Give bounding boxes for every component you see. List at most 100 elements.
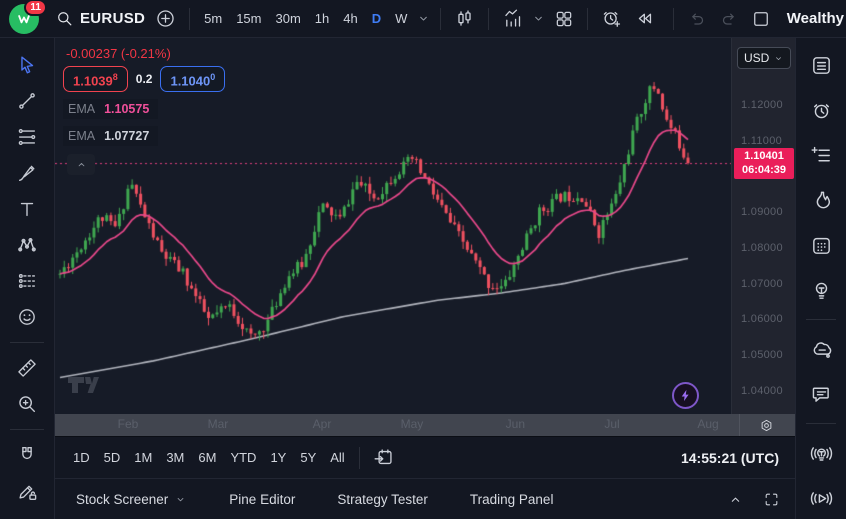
range-6M-button[interactable]: 6M [191,447,223,468]
right-sidebar [795,38,846,519]
price-tick: 1.04000 [741,385,783,397]
magnet-tool-button[interactable] [8,437,46,473]
tradingview-logo-icon [67,375,101,395]
indicators-button[interactable] [496,0,529,38]
sidebar-chat-button[interactable] [802,375,840,413]
lightning-icon [678,388,693,403]
alarm-plus-icon [601,8,622,29]
xabcd-tool-button[interactable] [8,227,46,263]
timeframe-15m-button[interactable]: 15m [229,0,268,38]
fib-tool-button[interactable] [8,119,46,155]
fullscreen-button[interactable] [761,489,782,510]
layout-select-button[interactable] [745,0,777,38]
ruler-tool-button[interactable] [8,350,46,386]
timeframe-5m-button[interactable]: 5m [197,0,229,38]
month-label-jul: Jul [604,417,619,431]
legend-collapse-button[interactable] [67,154,95,175]
app-logo[interactable]: 11 [9,4,39,34]
bid-price: 1.1039 [73,73,113,88]
ema-slow-value: 1.07727 [104,129,149,143]
top-toolbar: 11 EURUSD 5m15m30m1h4hDW Wealthy [0,0,846,38]
sidebar-flame-button[interactable] [802,181,840,219]
sidebar-live-bulb-button[interactable] [802,434,840,472]
price-tick: 1.07000 [741,278,783,290]
quick-trade-button[interactable] [672,382,699,409]
panel-tab-trading-panel[interactable]: Trading Panel [464,491,560,508]
smiley-tool-button[interactable] [8,299,46,335]
range-toolbar: 1D5D1M3M6MYTD1Y5YAll 14:55:21 (UTC) [55,436,795,478]
chart-area: -0.00237 (-0.21%) 1.10398 0.2 1.10400 EM… [55,38,795,478]
bulb-icon [810,279,833,302]
timeframe-1h-button[interactable]: 1h [308,0,336,38]
range-5D-button[interactable]: 5D [97,447,128,468]
timeframe-4h-button[interactable]: 4h [336,0,364,38]
divider [739,414,740,436]
price-axis[interactable]: USD 1.120001.110001.090001.080001.070001… [731,38,795,414]
range-3M-button[interactable]: 3M [159,447,191,468]
sidebar-cloud-chat-button[interactable] [802,330,840,368]
divider [10,342,44,343]
trend-line-icon [16,90,38,112]
range-1Y-button[interactable]: 1Y [263,447,293,468]
time-axis[interactable]: FebMarAprMayJunJulAug [55,414,795,436]
sidebar-calendar-button[interactable] [802,226,840,264]
currency-dropdown[interactable]: USD [737,47,791,69]
chevron-up-icon [727,491,744,508]
undo-button[interactable] [681,0,713,38]
sell-price-button[interactable]: 1.10398 [63,66,128,92]
indicators-templates-button[interactable] [529,0,548,38]
compare-add-button[interactable] [149,0,182,38]
chevron-down-icon [416,11,431,26]
divider [488,8,489,30]
brush-icon [16,162,38,184]
ruler-icon [16,357,38,379]
panel-tab-stock-screener[interactable]: Stock Screener [70,491,193,508]
multichart-layout-button[interactable] [548,0,580,38]
timeframe-dropdown-button[interactable] [414,0,433,38]
range-YTD-button[interactable]: YTD [223,447,263,468]
panel-expand-button[interactable] [725,489,746,510]
bid-price-fraction: 8 [113,72,118,82]
trend-line-tool-button[interactable] [8,83,46,119]
panel-tab-strategy-tester[interactable]: Strategy Tester [331,491,434,508]
forecast-tool-button[interactable] [8,263,46,299]
sidebar-add-note-button[interactable] [802,136,840,174]
redo-button[interactable] [713,0,745,38]
range-1D-button[interactable]: 1D [66,447,97,468]
cloud-chat-icon [810,338,833,361]
ask-price-fraction: 0 [210,72,215,82]
sidebar-watchlist-button[interactable] [802,46,840,84]
create-alert-button[interactable] [595,0,628,38]
timeframe-W-button[interactable]: W [388,0,414,38]
search-icon [55,9,74,28]
goto-date-button[interactable] [367,437,400,479]
sidebar-live-play-button[interactable] [802,479,840,517]
symbol-search-button[interactable]: EURUSD [51,9,149,28]
chart-legend: -0.00237 (-0.21%) 1.10398 0.2 1.10400 EM… [63,44,225,175]
sidebar-bulb-button[interactable] [802,271,840,309]
range-1M-button[interactable]: 1M [127,447,159,468]
chart-style-button[interactable] [448,0,481,38]
range-list: 1D5D1M3M6MYTD1Y5YAll [66,447,352,468]
bottom-panel: Stock Screener Pine Editor Strategy Tester… [55,478,795,519]
price-tick: 1.12000 [741,99,783,111]
bar-replay-button[interactable] [628,0,661,38]
timeframe-D-button[interactable]: D [365,0,388,38]
panel-tab-pine-editor[interactable]: Pine Editor [223,491,301,508]
time-axis-settings-button[interactable] [749,414,783,436]
trading-app: 11 EURUSD 5m15m30m1h4hDW Wealthy [0,0,846,519]
sidebar-alarm-button[interactable] [802,91,840,129]
range-All-button[interactable]: All [323,447,351,468]
brush-tool-button[interactable] [8,155,46,191]
ema-fast-value: 1.10575 [104,102,149,116]
text-tool-button[interactable] [8,191,46,227]
range-5Y-button[interactable]: 5Y [293,447,323,468]
timeframe-30m-button[interactable]: 30m [269,0,308,38]
buy-price-button[interactable]: 1.10400 [160,66,225,92]
cursor-tool-button[interactable] [8,47,46,83]
zoom-in-tool-button[interactable] [8,386,46,422]
month-label-apr: Apr [313,417,332,431]
pencil-lock-tool-button[interactable] [8,473,46,509]
brand-label[interactable]: Wealthy [787,10,844,27]
clock-utc-button[interactable]: 14:55:21 (UTC) [675,437,785,479]
